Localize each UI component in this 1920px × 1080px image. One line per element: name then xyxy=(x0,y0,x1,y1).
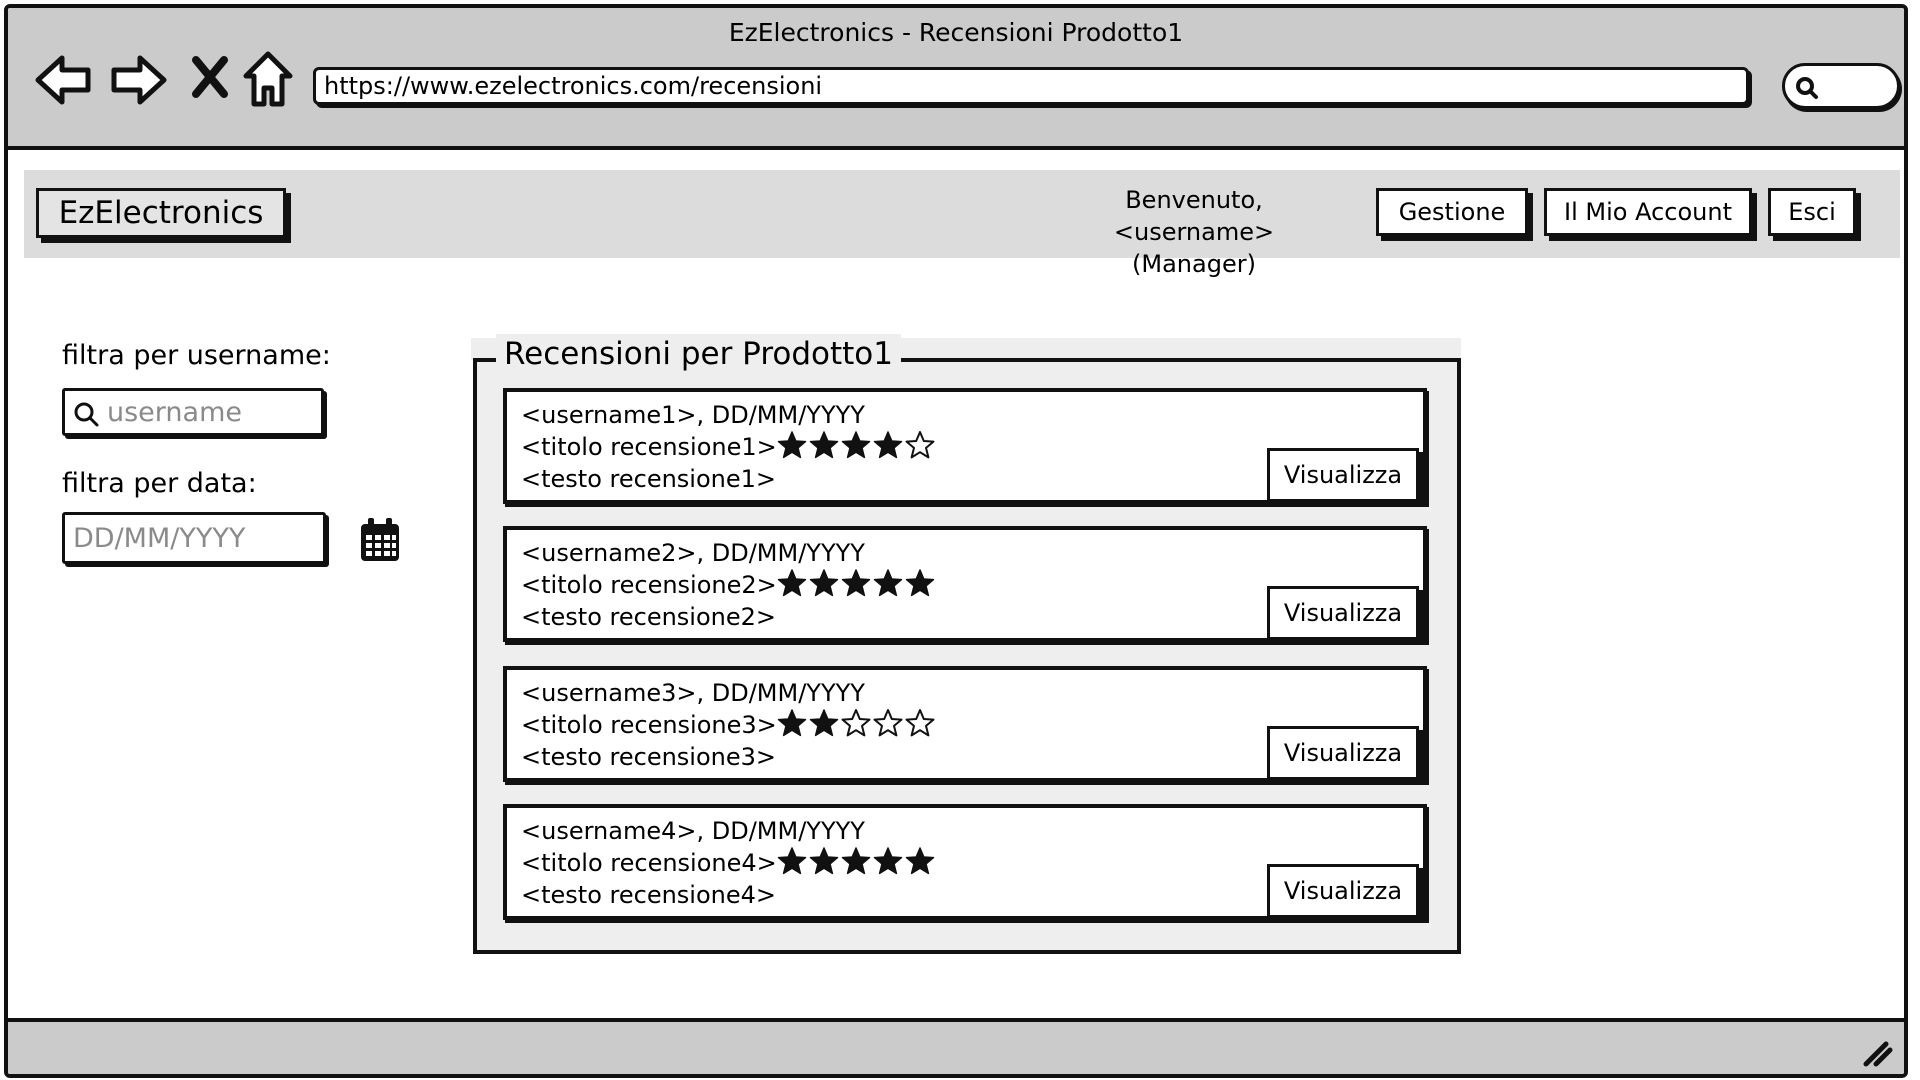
star-filled-icon xyxy=(873,569,903,597)
star-filled-icon xyxy=(841,431,871,459)
review-text: <testo recensione1> xyxy=(521,465,776,493)
app-header: EzElectronics Benvenuto, <username> (Man… xyxy=(24,170,1900,278)
star-filled-icon xyxy=(777,709,807,737)
logo[interactable]: EzElectronics xyxy=(36,188,286,238)
star-filled-icon xyxy=(777,569,807,597)
star-filled-icon xyxy=(841,847,871,875)
star-filled-icon xyxy=(777,431,807,459)
star-filled-icon xyxy=(809,847,839,875)
browser-statusbar xyxy=(8,1018,1904,1074)
url-bar[interactable]: https://www.ezelectronics.com/recensioni xyxy=(313,67,1749,105)
calendar-icon[interactable] xyxy=(358,516,402,568)
browser-toolbar: EzElectronics - Recensioni Prodotto1 htt… xyxy=(8,8,1904,150)
review-author-date: <username1>, DD/MM/YYYY xyxy=(521,401,865,429)
browser-search-field[interactable] xyxy=(1782,63,1900,109)
username-placeholder: username xyxy=(107,397,242,428)
review-card: <username1>, DD/MM/YYYY <titolo recensio… xyxy=(503,388,1427,504)
star-filled-icon xyxy=(873,431,903,459)
review-rating xyxy=(777,708,935,738)
close-icon[interactable] xyxy=(190,56,230,98)
star-filled-icon xyxy=(809,569,839,597)
review-rating xyxy=(777,430,935,460)
my-account-button[interactable]: Il Mio Account xyxy=(1544,188,1752,236)
review-rating xyxy=(777,568,935,598)
view-review-button[interactable]: Visualizza xyxy=(1267,726,1419,780)
username-filter-label: filtra per username: xyxy=(62,340,331,371)
date-filter-input[interactable]: DD/MM/YYYY xyxy=(62,512,326,564)
review-text: <testo recensione2> xyxy=(521,603,776,631)
home-icon[interactable] xyxy=(242,50,294,108)
review-title: <titolo recensione4> xyxy=(521,849,777,877)
forward-arrow-icon[interactable] xyxy=(108,52,168,108)
review-card: <username3>, DD/MM/YYYY <titolo recensio… xyxy=(503,666,1427,782)
star-filled-icon xyxy=(809,431,839,459)
star-outline-icon xyxy=(905,431,935,459)
search-icon xyxy=(74,402,99,427)
welcome-message: Benvenuto, <username> (Manager) xyxy=(1044,184,1344,280)
welcome-role: (Manager) xyxy=(1132,250,1256,278)
review-text: <testo recensione4> xyxy=(521,881,776,909)
review-title: <titolo recensione1> xyxy=(521,433,777,461)
review-text: <testo recensione3> xyxy=(521,743,776,771)
star-filled-icon xyxy=(841,569,871,597)
star-filled-icon xyxy=(905,569,935,597)
search-icon xyxy=(1796,77,1818,99)
star-filled-icon xyxy=(777,847,807,875)
star-outline-icon xyxy=(905,709,935,737)
review-author-date: <username2>, DD/MM/YYYY xyxy=(521,539,865,567)
review-title: <titolo recensione2> xyxy=(521,571,777,599)
review-rating xyxy=(777,846,935,876)
review-title: <titolo recensione3> xyxy=(521,711,777,739)
panel-title: Recensioni per Prodotto1 xyxy=(496,334,901,374)
star-filled-icon xyxy=(809,709,839,737)
date-placeholder: DD/MM/YYYY xyxy=(73,523,246,554)
gestione-button[interactable]: Gestione xyxy=(1376,188,1528,236)
resize-grip-icon[interactable] xyxy=(1860,1034,1894,1068)
star-filled-icon xyxy=(873,847,903,875)
review-card: <username4>, DD/MM/YYYY <titolo recensio… xyxy=(503,804,1427,920)
review-author-date: <username3>, DD/MM/YYYY xyxy=(521,679,865,707)
view-review-button[interactable]: Visualizza xyxy=(1267,448,1419,502)
date-filter-label: filtra per data: xyxy=(62,468,257,499)
view-review-button[interactable]: Visualizza xyxy=(1267,586,1419,640)
star-filled-icon xyxy=(905,847,935,875)
username-filter-input[interactable]: username xyxy=(62,388,324,436)
welcome-user: Benvenuto, <username> xyxy=(1113,186,1275,246)
browser-window: EzElectronics - Recensioni Prodotto1 htt… xyxy=(4,4,1908,1078)
review-card: <username2>, DD/MM/YYYY <titolo recensio… xyxy=(503,526,1427,642)
star-outline-icon xyxy=(841,709,871,737)
logout-button[interactable]: Esci xyxy=(1768,188,1856,236)
back-arrow-icon[interactable] xyxy=(34,52,94,108)
review-author-date: <username4>, DD/MM/YYYY xyxy=(521,817,865,845)
star-outline-icon xyxy=(873,709,903,737)
window-title: EzElectronics - Recensioni Prodotto1 xyxy=(728,18,1184,47)
view-review-button[interactable]: Visualizza xyxy=(1267,864,1419,918)
